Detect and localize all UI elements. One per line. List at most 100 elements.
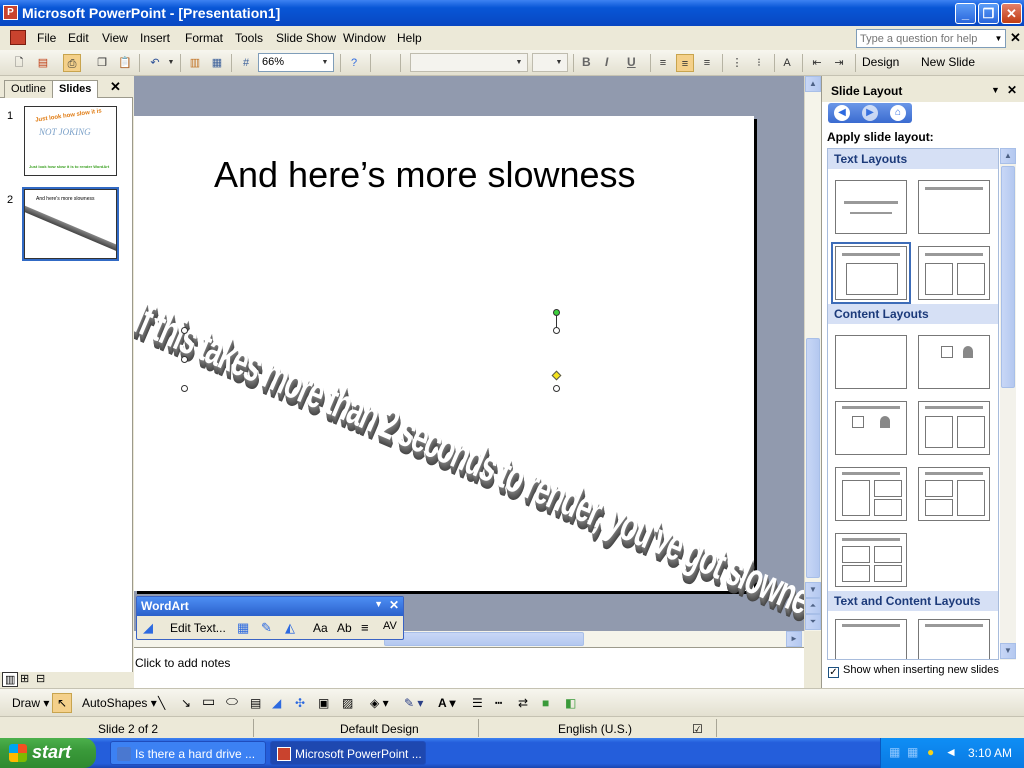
layout-title-two-columns[interactable] <box>918 246 990 300</box>
messenger-icon[interactable]: ● <box>927 745 934 759</box>
close-button[interactable]: ✕ <box>1001 3 1022 24</box>
print-icon[interactable]: ⎙ <box>63 54 81 72</box>
layout-blank[interactable] <box>835 335 907 389</box>
selection-handle[interactable] <box>553 327 560 334</box>
decrease-indent-icon[interactable]: ⇤ <box>808 54 826 72</box>
powerpoint-app-icon[interactable]: P <box>3 5 18 20</box>
autoshapes-menu-button[interactable]: AutoShapes ▾ <box>82 696 157 710</box>
layout-title-and-text[interactable] <box>831 242 911 304</box>
selection-handle[interactable] <box>181 327 188 334</box>
new-slide-button[interactable]: New Slide <box>921 55 975 69</box>
taskbar-item-powerpoint[interactable]: Microsoft PowerPoint ... <box>270 741 426 765</box>
tab-outline[interactable]: Outline <box>4 80 53 98</box>
menu-tools[interactable]: Tools <box>235 31 263 45</box>
insert-table-icon[interactable]: ▦ <box>208 54 226 72</box>
pane-close-icon[interactable]: ✕ <box>110 79 121 95</box>
oval-icon[interactable]: ⬭ <box>226 693 238 710</box>
scroll-right-icon[interactable]: ► <box>786 631 802 647</box>
align-left-icon[interactable]: ≡ <box>654 54 672 72</box>
layout-title-content-text[interactable] <box>918 619 990 659</box>
volume-icon[interactable]: ◄ <box>945 745 957 759</box>
font-dropdown-icon[interactable]: ▼ <box>512 55 526 70</box>
menu-help[interactable]: Help <box>397 31 422 45</box>
layout-title-only[interactable] <box>918 180 990 234</box>
slide-thumbnail-1[interactable]: Just look how slow it is NOT JOKING Just… <box>24 106 117 176</box>
copy-icon[interactable]: ❐ <box>93 54 111 72</box>
normal-view-icon[interactable]: ▥ <box>2 672 19 687</box>
layout-content[interactable] <box>918 335 990 389</box>
rectangle-icon[interactable]: ▭ <box>202 693 215 710</box>
undo-dropdown-icon[interactable]: ▼ <box>162 54 180 72</box>
align-right-icon[interactable]: ≡ <box>698 54 716 72</box>
layout-title-two-content[interactable] <box>918 401 990 455</box>
spelling-status-icon[interactable]: ☑ <box>692 722 703 736</box>
line-icon[interactable]: ╲ <box>158 696 165 710</box>
minimize-button[interactable]: _ <box>955 3 976 24</box>
network-icon-2[interactable]: ▦ <box>907 745 918 759</box>
paste-icon[interactable]: 📋 <box>116 54 134 72</box>
task-pane-scrollbar[interactable]: ▲ ▼ <box>1000 148 1016 660</box>
alignment-icon[interactable]: ≡ <box>361 620 369 635</box>
fill-color-icon[interactable]: ◈ ▾ <box>370 696 389 710</box>
checkbox-checked-icon[interactable]: ✓ <box>828 667 839 678</box>
dash-style-icon[interactable]: ┅ <box>495 696 502 710</box>
slide-sorter-view-icon[interactable]: ⊞ <box>20 672 29 685</box>
font-size-dropdown-icon[interactable]: ▼ <box>552 55 566 70</box>
taskbar-item-browser[interactable]: Is there a hard drive ... <box>110 741 266 765</box>
network-icon[interactable]: ▦ <box>889 745 900 759</box>
task-pane-menu-icon[interactable]: ▼ <box>991 85 1000 95</box>
zoom-select[interactable]: 66% ▼ <box>258 53 334 72</box>
restore-button[interactable]: ❐ <box>978 3 999 24</box>
show-when-inserting-checkbox[interactable]: ✓ Show when inserting new slides <box>828 664 999 678</box>
open-pdf-icon[interactable]: ▤ <box>34 54 52 72</box>
slide-show-view-icon[interactable]: ⊟ <box>36 672 45 685</box>
menu-window[interactable]: Window <box>343 31 386 45</box>
character-spacing-icon[interactable]: AV <box>383 620 397 632</box>
wordart-toolbar-header[interactable]: WordArt ▼ ✕ <box>137 597 403 616</box>
slide-thumbnail-2[interactable]: And here's more slowness <box>22 187 119 261</box>
line-style-icon[interactable]: ☰ <box>472 696 483 710</box>
underline-icon[interactable]: U <box>627 55 636 69</box>
font-select[interactable]: ▼ <box>410 53 528 72</box>
select-objects-icon[interactable]: ↖ <box>52 693 72 713</box>
selection-handle[interactable] <box>553 385 560 392</box>
design-button[interactable]: Design <box>862 55 899 69</box>
task-pane-close-icon[interactable]: ✕ <box>1007 83 1017 97</box>
bullets-icon[interactable]: ⁝ <box>750 54 768 72</box>
insert-chart-icon[interactable]: ▥ <box>186 54 204 72</box>
edit-text-button[interactable]: Edit Text... <box>170 621 226 635</box>
scroll-down-icon[interactable]: ▼ <box>805 582 821 598</box>
numbering-icon[interactable]: ⋮ <box>728 54 746 72</box>
layout-title-text-content[interactable] <box>835 619 907 659</box>
wordart-gallery-icon[interactable]: ▦ <box>237 620 249 636</box>
tp-scroll-down-icon[interactable]: ▼ <box>1000 643 1016 659</box>
help-dropdown-icon[interactable]: ▼ <box>992 30 1005 47</box>
home-icon[interactable]: ⌂ <box>890 105 906 121</box>
line-color-icon[interactable]: ✎ ▾ <box>404 696 423 710</box>
shadow-style-icon[interactable]: ■ <box>542 696 549 710</box>
help-icon[interactable]: ? <box>345 54 363 72</box>
3d-style-icon[interactable]: ◧ <box>565 696 576 710</box>
tp-scroll-thumb[interactable] <box>1001 166 1015 388</box>
adjust-handle[interactable] <box>551 370 562 381</box>
insert-wordart-icon[interactable]: ◢ <box>143 620 153 636</box>
menu-insert[interactable]: Insert <box>140 31 170 45</box>
text-box-icon[interactable]: ▤ <box>250 696 261 710</box>
wordart-shape-icon[interactable]: ◭ <box>285 620 295 636</box>
diagram-icon[interactable]: ✣ <box>295 696 305 710</box>
increase-indent-icon[interactable]: ⇥ <box>830 54 848 72</box>
vertical-text-icon[interactable]: Ab <box>337 621 352 635</box>
menu-slide-show[interactable]: Slide Show <box>276 31 336 45</box>
center-icon[interactable]: ≡ <box>676 54 694 72</box>
back-icon[interactable]: ◀ <box>834 105 850 121</box>
toolbar-close-icon[interactable]: ✕ <box>389 598 399 612</box>
menu-edit[interactable]: Edit <box>68 31 89 45</box>
layout-title-four-content[interactable] <box>835 533 907 587</box>
clip-art-icon[interactable]: ▣ <box>318 696 329 710</box>
insert-picture-icon[interactable]: ▨ <box>342 696 353 710</box>
new-icon[interactable]: 🗋 <box>10 54 28 72</box>
format-wordart-icon[interactable]: ✎ <box>261 620 272 636</box>
font-color-icon[interactable]: A ▾ <box>438 696 456 710</box>
menu-file[interactable]: File <box>37 31 56 45</box>
scroll-thumb[interactable] <box>806 338 820 578</box>
